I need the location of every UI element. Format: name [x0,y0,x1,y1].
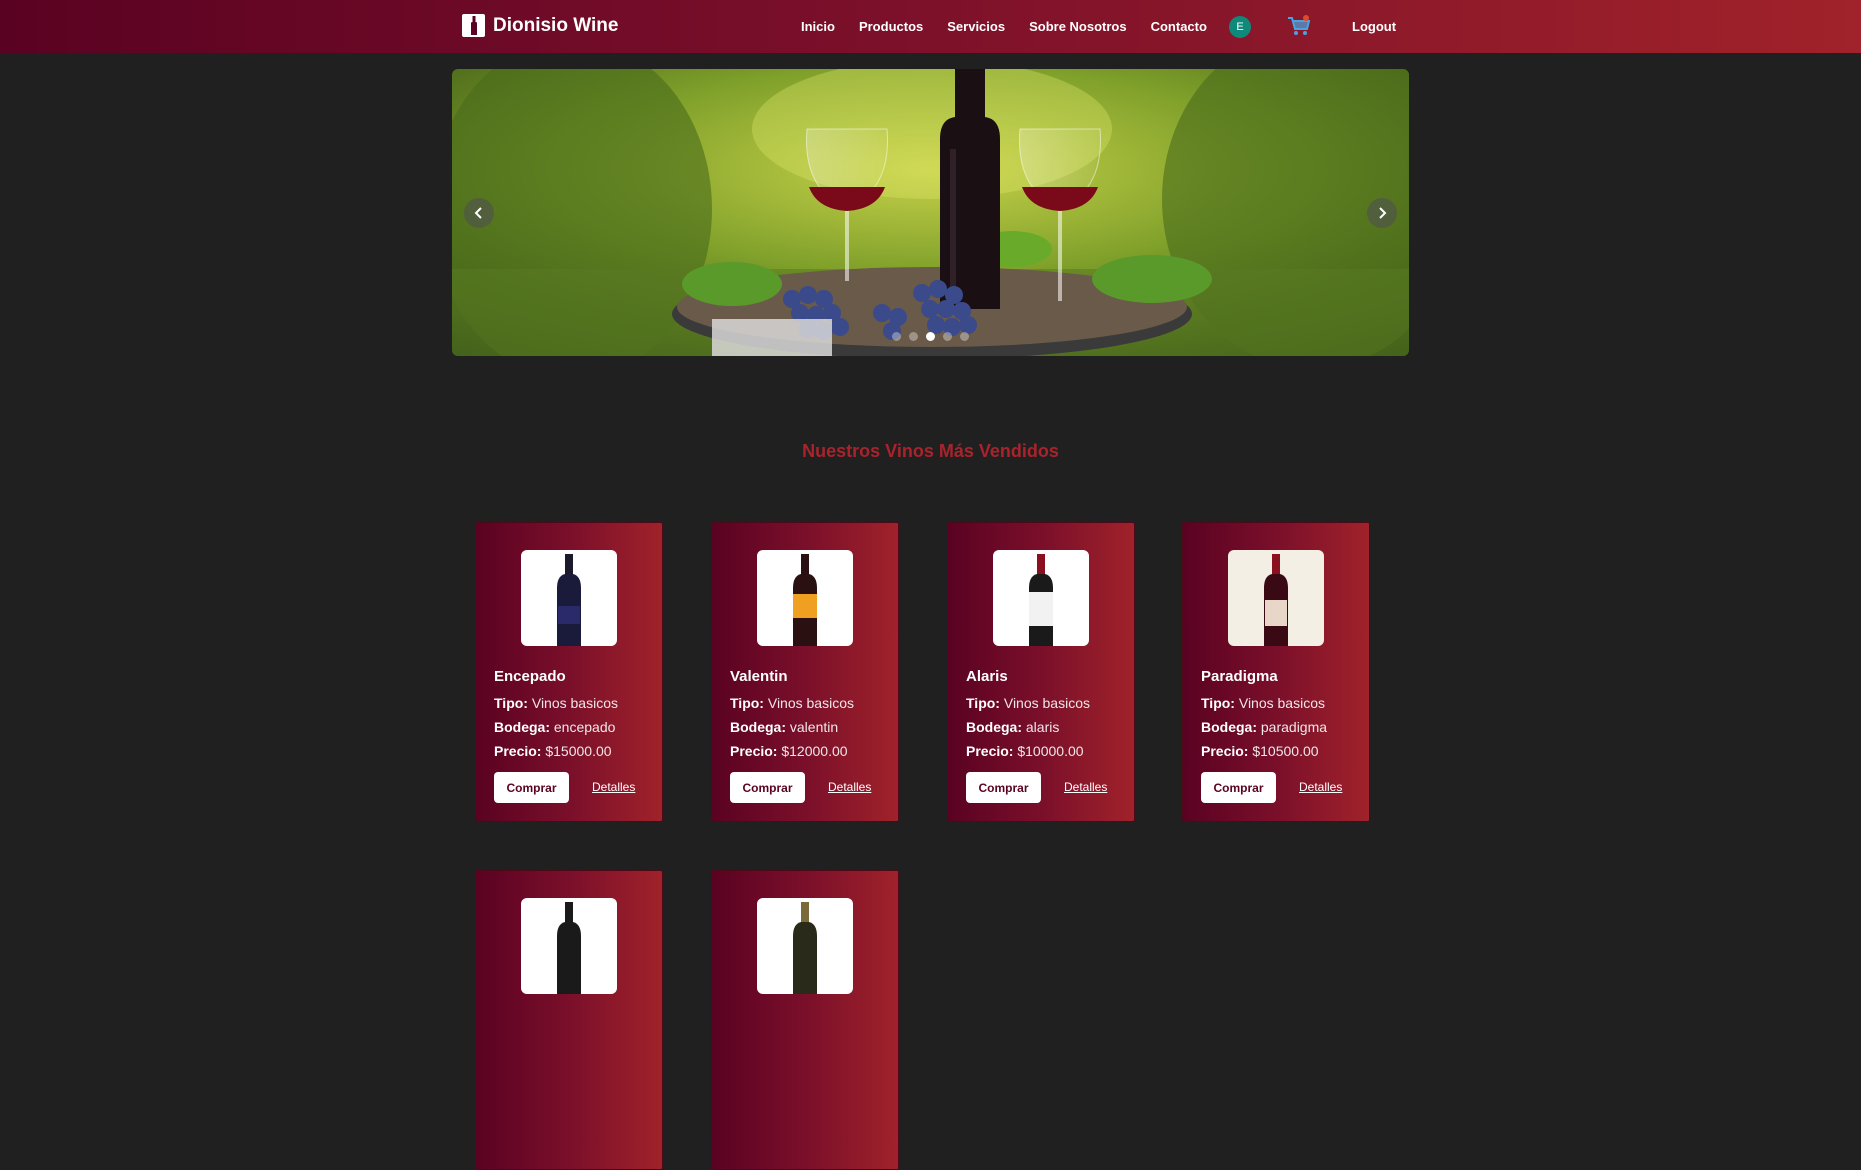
carousel-next-button[interactable] [1367,198,1397,228]
chevron-right-icon [1379,207,1387,219]
product-precio: Precio: $15000.00 [494,743,612,759]
product-image [1228,550,1324,646]
product-card: Alaris Tipo: Vinos basicos Bodega: alari… [947,522,1135,822]
product-tipo: Tipo: Vinos basicos [1201,695,1325,711]
product-tipo: Tipo: Vinos basicos [494,695,618,711]
nav-inicio[interactable]: Inicio [801,19,835,34]
product-precio: Precio: $10500.00 [1201,743,1319,759]
carousel-dot[interactable] [960,332,969,341]
product-card: Valentin Tipo: Vinos basicos Bodega: val… [711,522,899,822]
product-card [711,870,899,1170]
product-card: Paradigma Tipo: Vinos basicos Bodega: pa… [1182,522,1370,822]
product-precio: Precio: $10000.00 [966,743,1084,759]
product-name: Valentin [730,668,788,685]
buy-button[interactable]: Comprar [966,772,1041,803]
product-bodega: Bodega: alaris [966,719,1060,735]
product-image [993,550,1089,646]
nav-contacto[interactable]: Contacto [1151,19,1207,34]
details-link[interactable]: Detalles [592,780,635,794]
product-card: Encepado Tipo: Vinos basicos Bodega: enc… [475,522,663,822]
product-bodega: Bodega: valentin [730,719,839,735]
nav-productos[interactable]: Productos [859,19,923,34]
brand[interactable]: Dionisio Wine [462,14,618,37]
top-navbar: Dionisio Wine Inicio Productos Servicios… [0,0,1861,53]
product-bodega: Bodega: encepado [494,719,616,735]
user-avatar[interactable]: E [1229,16,1251,38]
product-image [521,898,617,994]
buy-button[interactable]: Comprar [730,772,805,803]
carousel-dot[interactable] [926,332,935,341]
carousel-dot[interactable] [943,332,952,341]
carousel-dot[interactable] [909,332,918,341]
buy-button[interactable]: Comprar [494,772,569,803]
brand-name: Dionisio Wine [493,14,619,36]
section-title: Nuestros Vinos Más Vendidos [802,441,1059,461]
nav-sobre-nosotros[interactable]: Sobre Nosotros [1029,19,1127,34]
details-link[interactable]: Detalles [1299,780,1342,794]
product-card [475,870,663,1170]
buy-button[interactable]: Comprar [1201,772,1276,803]
product-name: Alaris [966,668,1008,685]
product-name: Paradigma [1201,668,1278,685]
product-precio: Precio: $12000.00 [730,743,848,759]
cart-icon[interactable] [1287,15,1311,37]
carousel-prev-button[interactable] [464,198,494,228]
product-bodega: Bodega: paradigma [1201,719,1328,735]
carousel-dot[interactable] [892,332,901,341]
hero-image [452,69,1409,356]
details-link[interactable]: Detalles [828,780,871,794]
chevron-left-icon [474,207,482,219]
carousel-indicators [452,332,1409,341]
product-tipo: Tipo: Vinos basicos [730,695,854,711]
product-name: Encepado [494,668,566,685]
main-nav: Inicio Productos Servicios Sobre Nosotro… [801,19,1207,34]
nav-servicios[interactable]: Servicios [947,19,1005,34]
product-image [521,550,617,646]
details-link[interactable]: Detalles [1064,780,1107,794]
logout-link[interactable]: Logout [1352,19,1396,34]
bottle-icon [462,14,485,37]
product-image [757,898,853,994]
product-tipo: Tipo: Vinos basicos [966,695,1090,711]
hero-carousel [452,69,1409,356]
product-image [757,550,853,646]
